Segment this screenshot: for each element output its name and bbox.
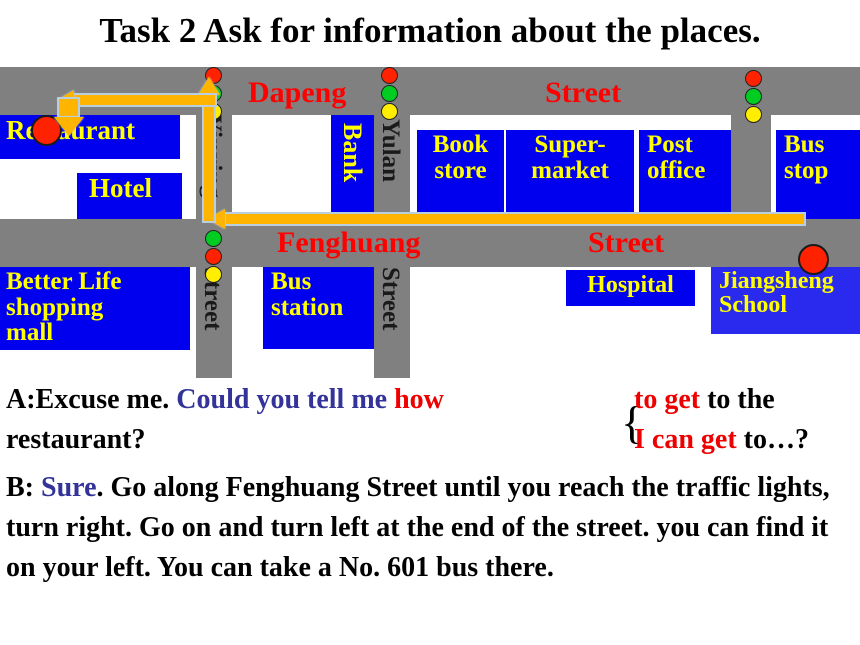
dialogue-alt2-rest: to…? bbox=[736, 424, 809, 455]
route-arrow-restaurant-head-icon bbox=[54, 117, 84, 136]
dialogue-a-blue: Could you tell me bbox=[176, 384, 395, 415]
traffic-light-red bbox=[205, 248, 222, 265]
building-school[interactable]: Jiangsheng School bbox=[711, 267, 860, 334]
building-post-office[interactable]: Post office bbox=[639, 130, 731, 219]
dialogue-alt2-red: I can get bbox=[634, 424, 737, 455]
traffic-light-yellow bbox=[381, 103, 398, 120]
traffic-light-east-dapeng bbox=[745, 70, 762, 124]
building-supermarket-line1: Super- bbox=[534, 131, 606, 158]
label-dapeng-street-name: Dapeng bbox=[248, 76, 347, 109]
dialogue-a-restaurant: restaurant? bbox=[6, 424, 146, 455]
route-arrow-yinxing-shaft bbox=[202, 93, 216, 223]
traffic-light-red bbox=[381, 67, 398, 84]
dialogue-alt1-rest: to the bbox=[700, 384, 775, 415]
building-shopping-mall[interactable]: Better Life shopping mall bbox=[0, 267, 190, 350]
building-bank-label: Bank bbox=[338, 123, 367, 183]
building-hotel-label: Hotel bbox=[89, 173, 152, 203]
building-hospital-label: Hospital bbox=[587, 272, 674, 298]
dialogue-b-speaker: B: bbox=[6, 472, 41, 503]
traffic-light-green bbox=[205, 230, 222, 247]
building-bus-stop[interactable]: Bus stop bbox=[776, 130, 860, 219]
dialogue-a-how: how bbox=[394, 384, 444, 415]
building-bus-station-line2: station bbox=[271, 293, 344, 321]
label-yulan-street-name: Yulan bbox=[377, 119, 404, 183]
building-post-office-line1: Post bbox=[647, 131, 693, 158]
traffic-light-yulan-dapeng bbox=[381, 67, 398, 121]
label-fenghuang-street-name: Fenghuang bbox=[277, 226, 421, 259]
traffic-light-red bbox=[745, 70, 762, 87]
dialogue-alt-first: to get to the bbox=[634, 380, 860, 420]
building-school-line1: Jiangsheng bbox=[719, 268, 834, 294]
empty-lot-top-left bbox=[232, 119, 332, 219]
building-post-office-line2: office bbox=[647, 156, 706, 184]
building-shopping-mall-line1: Better Life bbox=[6, 268, 122, 295]
building-restaurant[interactable]: Restaurant bbox=[0, 115, 180, 159]
dialogue-line-a: A:Excuse me. Could you tell me how bbox=[6, 380, 626, 420]
label-yulan-street-suffix: Street bbox=[377, 267, 404, 331]
building-bank[interactable]: Bank bbox=[331, 115, 374, 219]
building-bus-stop-line2: stop bbox=[784, 156, 829, 184]
traffic-light-green bbox=[381, 85, 398, 102]
traffic-light-yellow bbox=[745, 106, 762, 123]
building-shopping-mall-line2: shopping bbox=[6, 293, 104, 321]
dialogue-a-speaker: A:Excuse me. bbox=[6, 384, 177, 415]
building-bus-stop-line1: Bus bbox=[784, 131, 825, 158]
building-book-store[interactable]: Book store bbox=[417, 130, 504, 219]
label-fenghuang-street-suffix: Street bbox=[588, 226, 665, 259]
building-bus-station[interactable]: Bus station bbox=[263, 267, 374, 349]
page-title: Task 2 Ask for information about the pla… bbox=[99, 11, 761, 50]
dialogue-b-sure: Sure bbox=[41, 472, 97, 503]
dialogue-line-b: B: Sure. Go along Fenghuang Street until… bbox=[6, 468, 858, 588]
building-hospital[interactable]: Hospital bbox=[566, 270, 695, 306]
school-marker-icon bbox=[798, 244, 829, 275]
building-book-store-line1: Book bbox=[432, 131, 489, 158]
building-hotel[interactable]: Hotel bbox=[77, 173, 182, 219]
route-arrow-fenghuang-shaft bbox=[224, 212, 806, 226]
traffic-light-yellow bbox=[205, 266, 222, 283]
building-bus-station-line1: Bus bbox=[271, 268, 312, 295]
building-supermarket[interactable]: Super- market bbox=[506, 130, 634, 219]
dialogue-alternatives: to get to the I can get to…? bbox=[634, 380, 860, 455]
label-dapeng-street-suffix: Street bbox=[545, 76, 622, 109]
dialogue-alt-second: I can get to…? bbox=[634, 420, 809, 460]
traffic-light-green bbox=[745, 88, 762, 105]
building-school-line2: School bbox=[719, 292, 788, 319]
street-map: Restaurant Hotel Bank Book store Super- … bbox=[0, 67, 860, 378]
route-arrow-top-shaft bbox=[72, 93, 217, 107]
dialogue-line-a-cont: restaurant? bbox=[6, 420, 145, 460]
dialogue-alt1-red: to get bbox=[634, 384, 701, 415]
traffic-light-yinxing-fenghuang bbox=[205, 230, 222, 284]
building-supermarket-line2: market bbox=[531, 156, 609, 184]
building-shopping-mall-line3: mall bbox=[6, 319, 54, 346]
route-arrow-restaurant-shaft bbox=[57, 97, 80, 118]
building-book-store-line2: store bbox=[434, 156, 487, 184]
dialogue-b-body: . Go along Fenghuang Street until you re… bbox=[6, 472, 830, 583]
